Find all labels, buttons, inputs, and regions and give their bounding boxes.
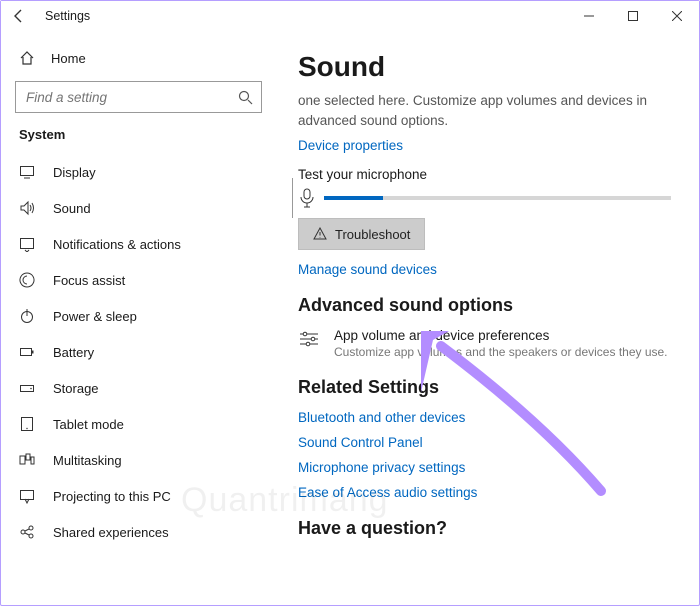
sidebar-item-label: Storage (53, 381, 99, 396)
power-icon (19, 308, 35, 324)
sidebar-item-label: Notifications & actions (53, 237, 181, 252)
test-mic-label: Test your microphone (298, 167, 677, 182)
titlebar: Settings (1, 1, 699, 31)
sidebar-home-label: Home (51, 51, 86, 66)
storage-icon (19, 380, 35, 396)
sidebar-item-display[interactable]: Display (1, 154, 276, 190)
sidebar-item-label: Power & sleep (53, 309, 137, 324)
sidebar-item-label: Shared experiences (53, 525, 169, 540)
sidebar-item-focus-assist[interactable]: Focus assist (1, 262, 276, 298)
back-button[interactable] (5, 2, 33, 30)
sidebar-item-label: Focus assist (53, 273, 125, 288)
sidebar-item-label: Projecting to this PC (53, 489, 171, 504)
battery-icon (19, 344, 35, 360)
app-volume-title: App volume and device preferences (334, 328, 668, 343)
focus-assist-icon (19, 272, 35, 288)
projecting-icon (19, 488, 35, 504)
sidebar-item-projecting[interactable]: Projecting to this PC (1, 478, 276, 514)
shared-icon (19, 524, 35, 540)
sidebar-item-label: Display (53, 165, 96, 180)
related-link-bluetooth[interactable]: Bluetooth and other devices (298, 410, 677, 425)
page-description: one selected here. Customize app volumes… (298, 91, 677, 130)
device-properties-link[interactable]: Device properties (298, 138, 677, 153)
microphone-icon (298, 188, 316, 208)
troubleshoot-button[interactable]: Troubleshoot (298, 218, 425, 250)
sound-icon (19, 200, 35, 216)
sidebar-item-multitasking[interactable]: Multitasking (1, 442, 276, 478)
related-link-microphone-privacy[interactable]: Microphone privacy settings (298, 460, 677, 475)
search-icon (238, 90, 253, 105)
sidebar-item-power-sleep[interactable]: Power & sleep (1, 298, 276, 334)
sidebar-nav: Display Sound Notifications & actions Fo… (1, 154, 276, 550)
mic-level-row (298, 188, 677, 208)
main-content: Sound one selected here. Customize app v… (276, 31, 699, 605)
sidebar-item-sound[interactable]: Sound (1, 190, 276, 226)
search-input[interactable] (15, 81, 262, 113)
related-link-ease-of-access-audio[interactable]: Ease of Access audio settings (298, 485, 677, 500)
sidebar-item-label: Multitasking (53, 453, 122, 468)
sidebar-section-label: System (1, 123, 276, 154)
minimize-button[interactable] (567, 1, 611, 31)
notifications-icon (19, 236, 35, 252)
sidebar-item-label: Battery (53, 345, 94, 360)
sidebar-item-label: Sound (53, 201, 91, 216)
sidebar-item-label: Tablet mode (53, 417, 124, 432)
advanced-options-heading: Advanced sound options (298, 295, 677, 316)
home-icon (19, 50, 35, 66)
mic-level-track (324, 196, 671, 200)
minimize-icon (584, 11, 594, 21)
sliders-icon (298, 328, 320, 350)
sidebar-item-shared-experiences[interactable]: Shared experiences (1, 514, 276, 550)
sidebar: Home System Display Sound (1, 31, 276, 605)
sidebar-home[interactable]: Home (1, 41, 276, 75)
tablet-icon (19, 416, 35, 432)
search-field[interactable] (26, 90, 238, 105)
manage-sound-devices-link[interactable]: Manage sound devices (298, 262, 677, 277)
maximize-button[interactable] (611, 1, 655, 31)
sidebar-item-tablet-mode[interactable]: Tablet mode (1, 406, 276, 442)
mic-level-fill (324, 196, 383, 200)
app-volume-preferences[interactable]: App volume and device preferences Custom… (298, 328, 677, 359)
display-icon (19, 164, 35, 180)
warning-icon (313, 227, 327, 241)
related-link-sound-control-panel[interactable]: Sound Control Panel (298, 435, 677, 450)
window-title: Settings (33, 9, 90, 23)
app-volume-subtitle: Customize app volumes and the speakers o… (334, 345, 668, 359)
sidebar-item-storage[interactable]: Storage (1, 370, 276, 406)
troubleshoot-label: Troubleshoot (335, 227, 410, 242)
multitasking-icon (19, 452, 35, 468)
sidebar-item-notifications[interactable]: Notifications & actions (1, 226, 276, 262)
related-settings-heading: Related Settings (298, 377, 677, 398)
have-a-question-heading: Have a question? (298, 518, 677, 539)
page-title: Sound (298, 51, 677, 83)
arrow-left-icon (12, 9, 26, 23)
close-button[interactable] (655, 1, 699, 31)
maximize-icon (628, 11, 638, 21)
close-icon (672, 11, 682, 21)
sidebar-item-battery[interactable]: Battery (1, 334, 276, 370)
